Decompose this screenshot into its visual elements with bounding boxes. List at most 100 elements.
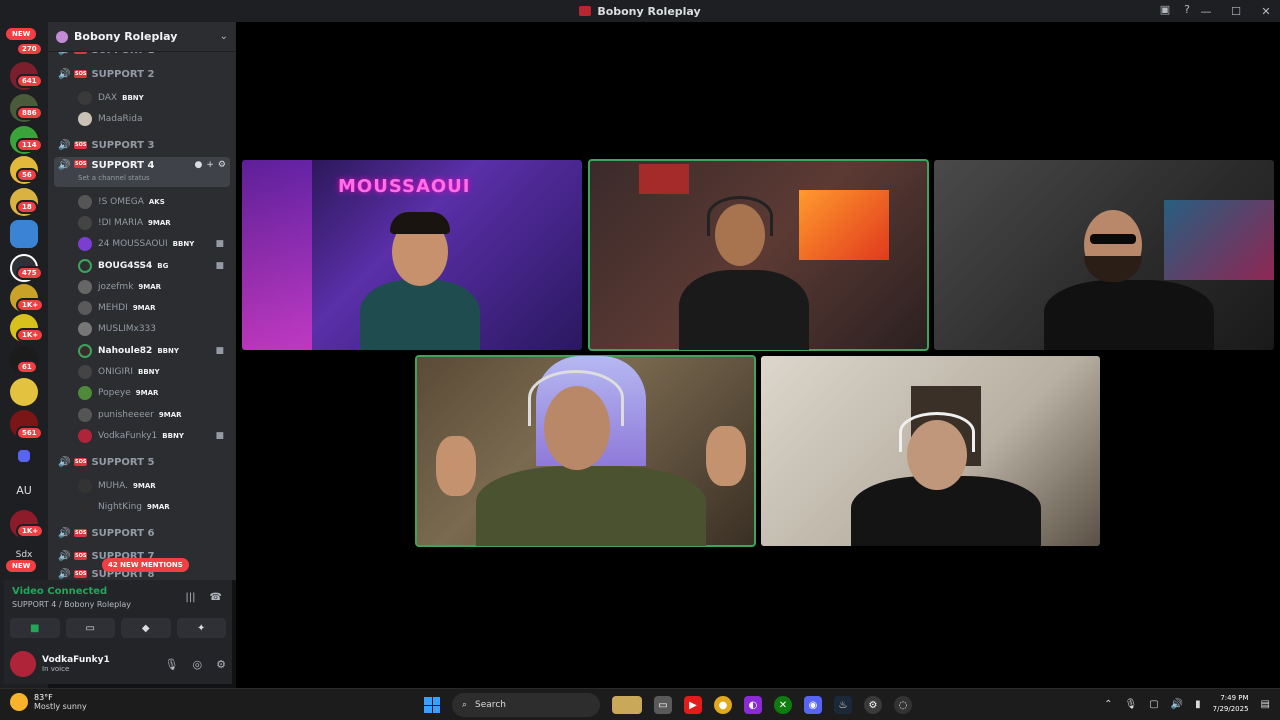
notifications-icon[interactable]: ▤	[1261, 699, 1270, 710]
avatar	[78, 280, 92, 294]
voice-user[interactable]: VodkaFunky1 BBNY ■	[78, 426, 230, 446]
server-badge: 270	[16, 42, 43, 56]
windows-start-icon[interactable]	[424, 697, 440, 713]
screen-share-button[interactable]: ▭	[65, 618, 115, 638]
avatar	[78, 365, 92, 379]
maximize-button[interactable]: ☐	[1230, 5, 1242, 18]
voice-user[interactable]: MUHA. 9MAR	[78, 476, 230, 496]
role-tag: BBNY	[172, 240, 195, 248]
avatar	[78, 429, 92, 443]
voice-user[interactable]: MadaRida	[78, 109, 230, 129]
app-icon[interactable]: ◐	[744, 696, 762, 714]
discord-icon[interactable]: ◉	[804, 696, 822, 714]
microphone-icon[interactable]: 🎙	[165, 658, 179, 671]
voice-user[interactable]: !DI MARIA 9MAR	[78, 213, 230, 233]
new-mentions-pill[interactable]: 42 NEW MENTIONS	[102, 558, 189, 572]
voice-channel-support-4[interactable]: 🔊 SOS SUPPORT 4 Set a channel status ● +…	[54, 157, 230, 187]
file-explorer-icon[interactable]: ▭	[654, 696, 672, 714]
channel-status[interactable]: Set a channel status	[78, 174, 150, 182]
soundboard-button[interactable]: ✦	[176, 618, 226, 638]
settings-app-icon[interactable]: ⚙	[864, 696, 882, 714]
battery-icon[interactable]: ▮	[1195, 699, 1201, 710]
search-highlight-icon[interactable]	[612, 696, 642, 714]
voice-user[interactable]: punisheeeer 9MAR	[78, 405, 230, 425]
minimize-button[interactable]: —	[1200, 5, 1212, 18]
username: MEHDI	[98, 303, 128, 313]
youtube-icon[interactable]: ▶	[684, 696, 702, 714]
new-unread-pill[interactable]: NEW	[6, 560, 37, 572]
voice-user[interactable]: DAX BBNY	[78, 88, 230, 108]
voice-user[interactable]: MUSLIMx333	[78, 319, 230, 339]
voice-user[interactable]: Popeye 9MAR	[78, 383, 230, 403]
voice-channel-support-5[interactable]: 🔊 SOS SUPPORT 5	[54, 452, 230, 472]
server-icon[interactable]	[10, 220, 38, 248]
voice-user[interactable]: MEHDI 9MAR	[78, 298, 230, 318]
folder-icon[interactable]	[18, 450, 30, 462]
voice-channel-support-6[interactable]: 🔊 SOS SUPPORT 6	[54, 523, 230, 543]
voice-user[interactable]: jozefmk 9MAR	[78, 277, 230, 297]
voice-user[interactable]: !S OMEGA AKS	[78, 192, 230, 212]
network-icon[interactable]: ▢	[1149, 699, 1158, 710]
activity-button[interactable]: ◆	[121, 618, 171, 638]
video-tile[interactable]	[934, 160, 1274, 350]
new-unread-pill[interactable]: NEW	[6, 28, 37, 40]
avatar	[78, 259, 92, 273]
voice-user[interactable]: BOUG4SS4 BG ■	[78, 256, 230, 276]
video-tile[interactable]	[761, 356, 1100, 546]
sos-badge: SOS	[74, 529, 88, 537]
close-button[interactable]: ✕	[1260, 5, 1272, 18]
server-label-sdx[interactable]: Sdx	[10, 550, 38, 560]
voice-user[interactable]: Nahoule82 BBNY ■	[78, 341, 230, 361]
video-tile-speaking[interactable]	[588, 159, 929, 351]
clock-time: 7:49 PM	[1220, 694, 1249, 702]
headphones-icon[interactable]: ◎	[193, 658, 203, 671]
chrome-icon[interactable]: ●	[714, 696, 732, 714]
video-tile-speaking[interactable]	[415, 355, 756, 547]
speaker-icon: 🔊	[58, 527, 71, 539]
server-badge: 1K+	[16, 298, 45, 312]
voice-user[interactable]: ONIGIRI BBNY	[78, 362, 230, 382]
disconnect-icon[interactable]: ☎	[210, 592, 222, 603]
channel-name: SUPPORT 2	[91, 68, 155, 80]
username: BOUG4SS4	[98, 261, 153, 271]
microphone-tray-icon[interactable]: 🎙	[1125, 699, 1138, 710]
steam-icon[interactable]: ♨	[834, 696, 852, 714]
app-icon[interactable]: ◌	[894, 696, 912, 714]
gear-icon[interactable]: ⚙	[218, 160, 226, 170]
noise-suppression-icon[interactable]: |||	[185, 592, 195, 603]
chevron-up-icon[interactable]: ⌃	[1104, 699, 1112, 710]
server-badge: 61	[16, 360, 38, 374]
chevron-down-icon[interactable]: ⌄	[220, 31, 228, 42]
voice-channel-support-2[interactable]: 🔊 SOS SUPPORT 2	[54, 64, 230, 84]
voice-status[interactable]: Video Connected	[12, 586, 107, 597]
guild-header[interactable]: Bobony Roleplay ⌄	[48, 22, 236, 52]
inbox-icon[interactable]: ▣	[1160, 3, 1170, 16]
weather-temperature: 83°F	[34, 693, 53, 702]
voice-channel-support-3[interactable]: 🔊 SOS SUPPORT 3	[54, 135, 230, 155]
server-badge: 1K+	[16, 328, 45, 342]
server-icon[interactable]	[10, 378, 38, 406]
avatar	[78, 322, 92, 336]
weather-widget[interactable]: 83°F Mostly sunny	[10, 693, 87, 711]
volume-icon[interactable]: 🔊	[1171, 699, 1183, 710]
xbox-icon[interactable]: ✕	[774, 696, 792, 714]
voice-user[interactable]: NightKing 9MAR	[78, 497, 230, 517]
camera-toggle-button[interactable]: ■	[10, 618, 60, 638]
user-panel[interactable]: VodkaFunky1 In voice 🎙 ◎ ⚙	[10, 650, 226, 678]
username: VodkaFunky1	[98, 431, 158, 441]
add-user-icon[interactable]: +	[206, 160, 214, 170]
username: MUHA.	[98, 481, 128, 491]
help-icon[interactable]: ?	[1184, 3, 1190, 16]
taskbar-search[interactable]: ⌕ Search	[452, 693, 600, 717]
gear-icon[interactable]: ⚙	[216, 658, 226, 671]
clock[interactable]: 7:49 PM 7/29/2025	[1213, 693, 1249, 715]
channel-name: SUPPORT 4	[91, 160, 155, 171]
voice-user[interactable]: 24 MOUSSAOUI BBNY ■	[78, 234, 230, 254]
voice-location[interactable]: SUPPORT 4 / Bobony Roleplay	[12, 600, 131, 609]
current-user-status: In voice	[42, 665, 70, 673]
server-label-au[interactable]: AU	[10, 484, 38, 497]
chat-icon[interactable]: ●	[195, 160, 203, 170]
guild-icon	[56, 30, 68, 43]
camera-icon: ■	[215, 346, 224, 356]
video-tile[interactable]: MOUSSAOUI	[242, 160, 582, 350]
